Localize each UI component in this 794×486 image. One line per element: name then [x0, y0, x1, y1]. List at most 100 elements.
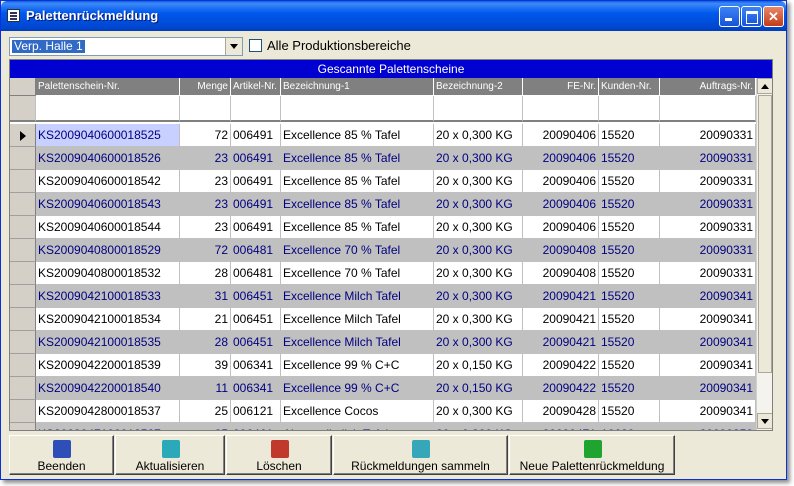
table-cell-menge[interactable]: 28 [180, 262, 231, 285]
filter-cell-bezeichnung-1[interactable] [281, 96, 434, 122]
table-cell-fe-nr[interactable]: 20090406 [523, 147, 599, 170]
table-cell-palettenschein-nr[interactable]: KS2009042200018540 [36, 377, 180, 400]
table-cell-artikel-nr[interactable]: 006491 [231, 193, 281, 216]
filter-cell-kunden-nr[interactable] [599, 96, 660, 122]
table-cell-menge[interactable]: 23 [180, 147, 231, 170]
row-selector[interactable] [10, 124, 36, 147]
table-cell-palettenschein-nr[interactable]: KS2009040600018544 [36, 216, 180, 239]
row-selector[interactable] [10, 331, 36, 354]
table-cell-menge[interactable]: 23 [180, 170, 231, 193]
filter-cell-artikel-nr[interactable] [231, 96, 281, 122]
filter-cell-auftrags-nr[interactable] [660, 96, 756, 122]
table-cell-fe-nr[interactable]: 20090408 [523, 262, 599, 285]
table-cell-artikel-nr[interactable]: 006481 [231, 262, 281, 285]
table-cell-artikel-nr[interactable]: 006461 [231, 423, 281, 430]
table-cell-fe-nr[interactable]: 20090406 [523, 193, 599, 216]
table-cell-fe-nr[interactable]: 20090406 [523, 124, 599, 147]
table-cell-menge[interactable]: 25 [180, 400, 231, 423]
filter-cell-fe-nr[interactable] [523, 96, 599, 122]
table-cell-fe-nr[interactable]: 20090408 [523, 239, 599, 262]
table-cell-auftrags-nr[interactable]: 20090331 [660, 124, 756, 147]
table-cell-kunden-nr[interactable]: 15520 [599, 308, 660, 331]
table-cell-bezeichnung-2[interactable]: 20 x 0,300 KG [434, 124, 523, 147]
row-selector[interactable] [10, 308, 36, 331]
table-cell-artikel-nr[interactable]: 006451 [231, 331, 281, 354]
table-cell-bezeichnung-1[interactable]: Excellence 99 % C+C [281, 377, 434, 400]
table-cell-kunden-nr[interactable]: 15520 [599, 216, 660, 239]
all-areas-checkbox[interactable] [249, 39, 262, 52]
table-cell-bezeichnung-1[interactable]: Excellence 85 % Tafel [281, 170, 434, 193]
row-selector[interactable] [10, 170, 36, 193]
table-cell-kunden-nr[interactable]: 15520 [599, 147, 660, 170]
table-cell-bezeichnung-2[interactable]: 20 x 0,150 KG [434, 377, 523, 400]
table-cell-bezeichnung-2[interactable]: 20 x 0,300 KG [434, 239, 523, 262]
table-cell-kunden-nr[interactable]: 15520 [599, 354, 660, 377]
row-selector[interactable] [10, 239, 36, 262]
row-selector[interactable] [10, 147, 36, 170]
table-cell-bezeichnung-2[interactable]: 20 x 0,300 KG [434, 285, 523, 308]
table-cell-kunden-nr[interactable]: 15520 [599, 285, 660, 308]
table-cell-kunden-nr[interactable]: 15520 [599, 377, 660, 400]
table-cell-palettenschein-nr[interactable]: KS2009040600018526 [36, 147, 180, 170]
table-cell-palettenschein-nr[interactable]: KS2009042800018537 [36, 400, 180, 423]
table-cell-menge[interactable]: 23 [180, 193, 231, 216]
column-header-palettenschein-nr[interactable]: Palettenschein-Nr. [36, 78, 180, 96]
table-cell-palettenschein-nr[interactable]: KS2009042100018533 [36, 285, 180, 308]
loeschen-button[interactable]: Löschen [226, 435, 332, 475]
neue-rueckmeldung-button[interactable]: Neue Palettenrückmeldung [509, 435, 675, 475]
table-cell-menge[interactable]: 21 [180, 308, 231, 331]
table-cell-bezeichnung-1[interactable]: Excellence 99 % C+C [281, 354, 434, 377]
row-selector[interactable] [10, 285, 36, 308]
vertical-scrollbar[interactable] [756, 78, 772, 430]
table-cell-bezeichnung-2[interactable]: 20 x 0,300 KG [434, 216, 523, 239]
table-cell-kunden-nr[interactable]: 15520 [599, 193, 660, 216]
table-cell-kunden-nr[interactable]: 16620 [599, 423, 660, 430]
scroll-down-icon[interactable] [757, 413, 772, 429]
table-cell-bezeichnung-2[interactable]: 20 x 0,150 KG [434, 354, 523, 377]
table-cell-menge[interactable]: 31 [180, 285, 231, 308]
table-cell-auftrags-nr[interactable]: 20090331 [660, 216, 756, 239]
table-cell-bezeichnung-2[interactable]: 20 x 0,300 KG [434, 262, 523, 285]
table-cell-bezeichnung-2[interactable]: 20 x 0,300 KG [434, 400, 523, 423]
table-cell-menge[interactable]: 72 [180, 124, 231, 147]
row-selector[interactable] [10, 377, 36, 400]
close-button[interactable]: ✕ [763, 6, 784, 27]
column-header-auftrags-nr[interactable]: Auftrags-Nr. [660, 78, 756, 96]
table-cell-palettenschein-nr[interactable]: KS2009040800018529 [36, 239, 180, 262]
title-bar[interactable]: Palettenrückmeldung ✕ [1, 1, 786, 31]
table-cell-menge[interactable]: 85 [180, 423, 231, 430]
table-cell-fe-nr[interactable]: 20090422 [523, 377, 599, 400]
table-cell-artikel-nr[interactable]: 006491 [231, 147, 281, 170]
table-cell-kunden-nr[interactable]: 15520 [599, 170, 660, 193]
scroll-up-icon[interactable] [757, 78, 772, 94]
table-cell-menge[interactable]: 23 [180, 216, 231, 239]
maximize-button[interactable] [741, 6, 762, 27]
aktualisieren-button[interactable]: Aktualisieren [115, 435, 225, 475]
table-cell-auftrags-nr[interactable]: 20090341 [660, 308, 756, 331]
table-cell-palettenschein-nr[interactable]: KS2009042100018535 [36, 331, 180, 354]
table-cell-bezeichnung-1[interactable]: Excellence Cocos [281, 400, 434, 423]
table-cell-palettenschein-nr[interactable]: KS2009040600018542 [36, 170, 180, 193]
table-cell-auftrags-nr[interactable]: 20090331 [660, 262, 756, 285]
table-cell-bezeichnung-1[interactable]: Alpenvollmilch Tafel [281, 423, 434, 430]
table-cell-bezeichnung-2[interactable]: 20 x 0,300 KG [434, 331, 523, 354]
table-cell-fe-nr[interactable]: 20090471 [523, 423, 599, 430]
filter-cell-menge[interactable] [180, 96, 231, 122]
table-cell-bezeichnung-1[interactable]: Excellence 85 % Tafel [281, 193, 434, 216]
table-cell-auftrags-nr[interactable]: 20090341 [660, 285, 756, 308]
table-cell-kunden-nr[interactable]: 15520 [599, 124, 660, 147]
table-cell-bezeichnung-1[interactable]: Excellence 85 % Tafel [281, 147, 434, 170]
table-cell-palettenschein-nr[interactable]: KS2009042200018539 [36, 354, 180, 377]
table-cell-auftrags-nr[interactable]: 20090341 [660, 400, 756, 423]
table-cell-menge[interactable]: 72 [180, 239, 231, 262]
all-areas-label[interactable]: Alle Produktionsbereiche [267, 38, 411, 53]
table-cell-auftrags-nr[interactable]: 20090331 [660, 239, 756, 262]
table-cell-palettenschein-nr[interactable]: KS2009040600018525 [36, 124, 180, 147]
filter-input-row[interactable] [10, 96, 756, 122]
table-cell-kunden-nr[interactable]: 15520 [599, 331, 660, 354]
table-cell-bezeichnung-2[interactable]: 20 x 0,300 KG [434, 170, 523, 193]
table-cell-artikel-nr[interactable]: 006491 [231, 170, 281, 193]
table-cell-artikel-nr[interactable]: 006491 [231, 216, 281, 239]
table-cell-bezeichnung-1[interactable]: Excellence 70 % Tafel [281, 262, 434, 285]
table-cell-bezeichnung-2[interactable]: 20 x 0,300 KG [434, 193, 523, 216]
